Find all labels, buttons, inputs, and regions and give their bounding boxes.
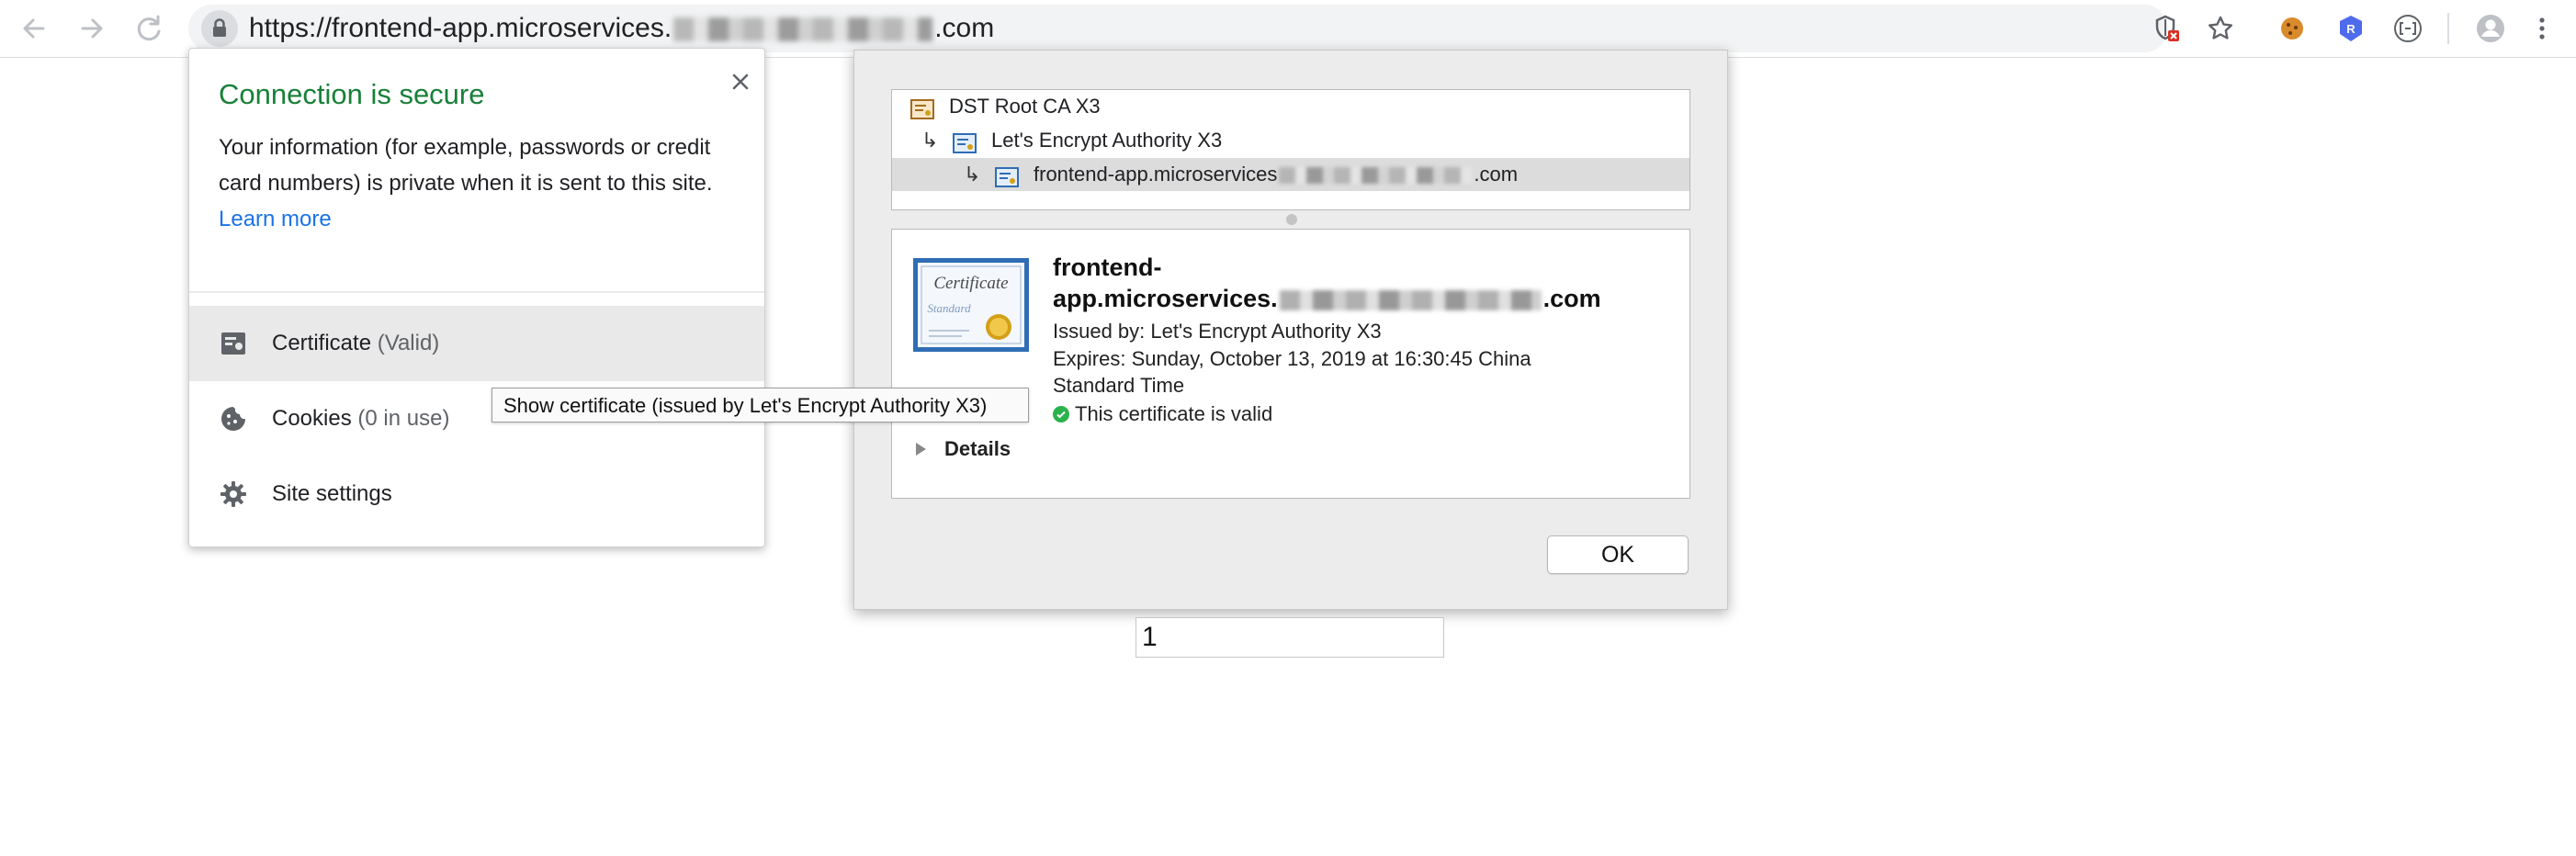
certificate-details-pane: Certificate Standard frontend- app.micro… [891,229,1690,499]
description-text: Your information (for example, passwords… [219,135,713,196]
common-name-line1: frontend- [1053,253,1162,281]
url-suffix: .com [934,13,995,43]
bracket-extension-icon[interactable] [2387,7,2429,50]
toolbar-divider [2447,13,2449,44]
more-vert-icon[interactable] [2521,7,2563,50]
chain-item-intermediate[interactable]: ↳ Let's Encrypt Authority X3 [892,124,1689,157]
cookies-count: (0 in use) [357,406,450,431]
svg-text:Certificate: Certificate [933,274,1008,293]
leaf-certificate-icon [995,164,1019,187]
chain-item-leaf-label: frontend-app.microservices .com [1034,158,1518,191]
address-bar[interactable]: https://frontend-app.microservices. .com [188,5,2168,52]
site-info-popup: Connection is secure Your information (f… [188,48,765,547]
certificate-viewer-dialog: DST Root CA X3 ↳ Let's Encrypt Authority… [853,50,1728,610]
certificate-row[interactable]: Certificate (Valid) [189,306,764,381]
certificate-common-name: frontend- app.microservices. .com [1053,252,1641,314]
ok-button[interactable]: OK [1547,535,1689,574]
star-icon[interactable] [2199,7,2242,50]
redacted-domain [1279,289,1542,310]
divider [189,291,764,293]
page-text-input[interactable] [1135,617,1444,658]
r-extension-icon[interactable]: R [2330,7,2372,50]
certificate-label: Certificate (Valid) [272,306,439,381]
tree-branch-icon: ↳ [921,129,939,152]
cookies-label: Cookies (0 in use) [272,381,449,456]
intermediate-certificate-icon [953,130,977,153]
pane-splitter-handle[interactable] [1286,214,1297,225]
redacted-domain [1279,167,1473,185]
root-certificate-icon [910,96,934,119]
shield-blocked-icon[interactable] [2144,7,2186,50]
valid-check-icon [1053,406,1069,422]
expires-text-continued: Standard Time [1053,374,1185,397]
forward-arrow-icon[interactable] [69,6,115,51]
url-text[interactable]: https://frontend-app.microservices. .com [249,5,994,52]
details-disclosure[interactable]: Details [916,437,1011,461]
back-arrow-icon[interactable] [11,6,57,51]
chain-item-leaf[interactable]: ↳ frontend-app.microservices .com [892,158,1689,191]
lock-icon[interactable] [201,10,238,47]
reload-icon[interactable] [126,6,172,51]
redacted-domain [673,17,933,42]
certificate-status: (Valid) [377,331,440,355]
chain-item-root[interactable]: DST Root CA X3 [892,90,1689,123]
url-prefix: https://frontend-app.microservices. [249,13,672,43]
profile-avatar-icon[interactable] [2469,7,2512,50]
certificate-label-text: Certificate [272,331,372,355]
details-label: Details [944,437,1011,460]
cookies-label-text: Cookies [272,406,352,431]
certificate-badge-icon: Certificate Standard [912,257,1030,353]
learn-more-link[interactable]: Learn more [219,207,332,231]
certificate-icon [219,329,248,358]
connection-secure-title: Connection is secure [219,78,485,110]
certificate-chain-tree: DST Root CA X3 ↳ Let's Encrypt Authority… [891,89,1690,210]
chain-item-intermediate-label: Let's Encrypt Authority X3 [991,129,1223,152]
chain-item-root-label: DST Root CA X3 [949,95,1101,118]
site-settings-label: Site settings [272,481,392,506]
common-name-line2: app.microservices. .com [1053,283,1641,314]
leaf-name-prefix: frontend-app.microservices [1034,163,1278,186]
gear-icon [219,479,248,509]
common-name-suffix: .com [1542,285,1601,312]
leaf-name-suffix: .com [1474,163,1519,186]
issued-by-text: Issued by: Let's Encrypt Authority X3 [1053,320,1382,343]
tree-branch-icon: ↳ [964,163,981,186]
cookie-icon [219,404,248,434]
common-name-prefix: app.microservices. [1053,285,1278,312]
connection-description: Your information (for example, passwords… [219,130,751,237]
close-icon[interactable] [722,63,759,100]
svg-text:Standard: Standard [927,301,971,315]
expires-text: Expires: Sunday, October 13, 2019 at 16:… [1053,347,1531,370]
disclosure-triangle-icon [916,443,926,456]
svg-text:R: R [2346,22,2356,36]
valid-text: This certificate is valid [1075,402,1273,425]
cookie-extension-icon[interactable] [2271,7,2313,50]
certificate-tooltip: Show certificate (issued by Let's Encryp… [491,388,1029,422]
site-settings-row[interactable]: Site settings [189,456,764,532]
validity-status: This certificate is valid [1053,400,1272,427]
